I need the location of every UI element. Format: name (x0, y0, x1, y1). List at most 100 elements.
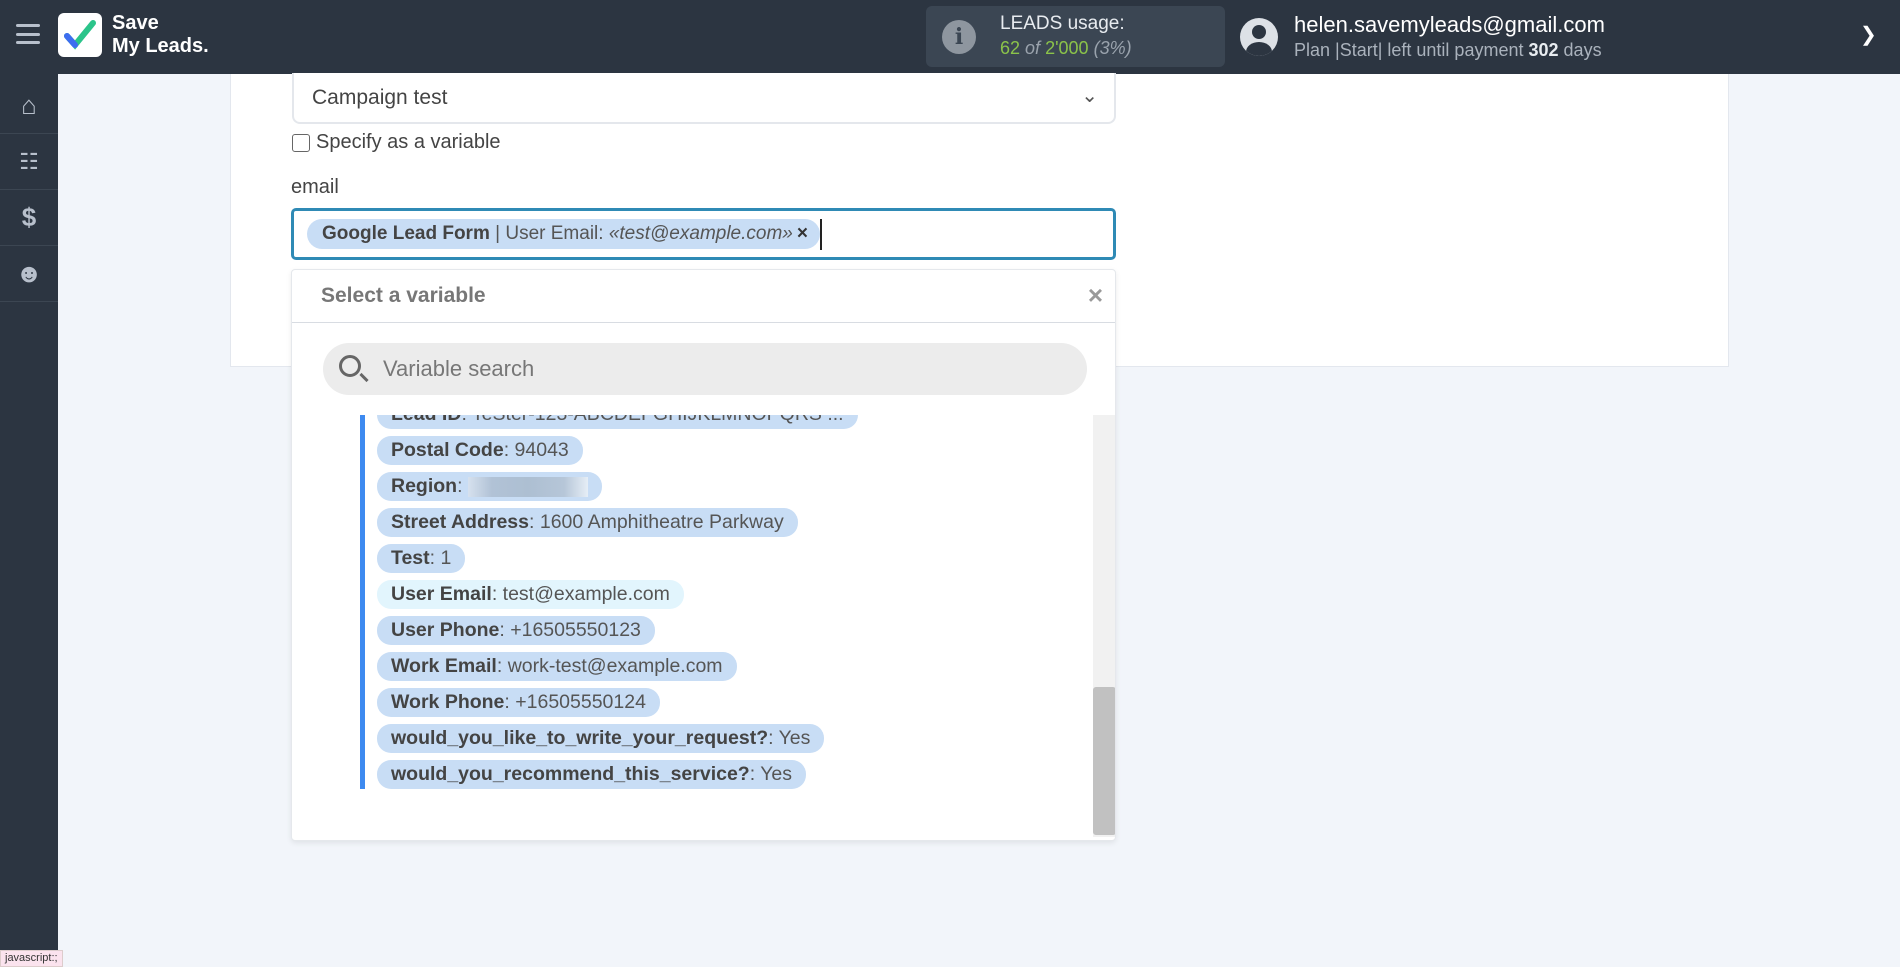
variable-option[interactable]: User Phone: +16505550123 (377, 616, 655, 645)
logo-line1: Save (112, 12, 159, 34)
variable-key: User Phone (391, 619, 500, 641)
sidebar-item-home[interactable]: ⌂ (0, 78, 58, 134)
list-item[interactable]: Test: 1 (377, 544, 858, 573)
variable-key: Work Phone (391, 691, 505, 713)
logo-text: Save My Leads. (112, 12, 209, 58)
variable-key: Postal Code (391, 439, 504, 461)
home-icon: ⌂ (21, 90, 37, 120)
variable-option[interactable]: Region: (377, 472, 602, 501)
variable-value: +16505550124 (515, 691, 646, 713)
list-item[interactable]: Region: (377, 472, 858, 501)
variable-key: Work Email (391, 655, 497, 677)
variable-value: 94043 (514, 439, 569, 461)
info-icon: i (942, 20, 976, 54)
list-item[interactable]: User Email: test@example.com (377, 580, 858, 609)
usage-used: 62 (1000, 38, 1021, 58)
variable-search-input[interactable]: Variable search (323, 343, 1087, 395)
avatar-icon[interactable] (1240, 18, 1278, 56)
variable-value: TeSter-123-ABCDEFGHIJKLMNOPQRS ... (472, 415, 844, 425)
usage-of: of (1025, 38, 1041, 58)
email-field[interactable]: Google Lead Form | User Email: «test@exa… (291, 208, 1116, 260)
usage-total: 2'000 (1045, 38, 1089, 58)
variable-option[interactable]: Work Phone: +16505550124 (377, 688, 660, 717)
leads-usage-box: i LEADS usage: 62 of 2'000 (3%) (926, 6, 1225, 67)
dollar-icon: $ (21, 202, 37, 232)
remove-tag-icon[interactable]: × (797, 223, 808, 244)
variable-value: 1600 Amphitheatre Parkway (539, 511, 784, 533)
user-icon: ☻ (15, 258, 43, 288)
plan-info: Plan |Start| left until payment 302 days (1294, 40, 1602, 61)
variable-key: Lead ID (391, 415, 461, 425)
sidebar-item-billing[interactable]: $ (0, 190, 58, 246)
redacted-value (467, 476, 588, 497)
list-item[interactable]: Work Phone: +16505550124 (377, 688, 858, 717)
usage-label: LEADS usage: (1000, 13, 1125, 34)
checkbox[interactable] (292, 133, 310, 152)
variable-key: Region (391, 475, 458, 497)
tag-separator: | (489, 223, 506, 244)
divider (292, 322, 1115, 323)
sitemap-icon: ☷ (19, 148, 39, 174)
top-header: Save My Leads. i LEADS usage: 62 of 2'000… (0, 0, 1900, 74)
list-item[interactable]: Street Address: 1600 Amphitheatre Parkwa… (377, 508, 858, 537)
variable-dropdown: Select a variable × Variable search Lead… (291, 269, 1116, 841)
chevron-down-icon[interactable]: ❯ (1860, 22, 1877, 47)
variable-value: work-test@example.com (507, 655, 723, 677)
variable-tag: Google Lead Form | User Email: «test@exa… (307, 219, 820, 249)
logo-line2: My Leads. (112, 35, 209, 57)
list-item[interactable]: User Phone: +16505550123 (377, 616, 858, 645)
variable-option[interactable]: Work Email: work-test@example.com (377, 652, 737, 681)
sidebar: ⌂ ☷ $ ☻ (0, 74, 58, 967)
plan-days: 302 (1528, 40, 1559, 60)
specify-variable-checkbox[interactable]: Specify as a variable (292, 131, 501, 154)
search-icon (339, 355, 361, 377)
menu-icon[interactable] (16, 24, 40, 44)
variable-key: would_you_like_to_write_your_request? (391, 727, 769, 749)
variable-option[interactable]: User Email: test@example.com (377, 580, 684, 609)
text-caret (820, 219, 822, 250)
campaign-value: Campaign test (312, 86, 448, 109)
tag-value: «test@example.com» (608, 223, 793, 244)
logo-icon[interactable] (58, 13, 102, 57)
scrollbar-thumb[interactable] (1093, 687, 1115, 835)
variable-value: Yes (760, 763, 793, 785)
variable-key: User Email (391, 583, 492, 605)
variable-option[interactable]: Lead ID: TeSter-123-ABCDEFGHIJKLMNOPQRS … (377, 415, 858, 429)
list-item[interactable]: would_you_recommend_this_service?: Yes (377, 760, 858, 789)
checkbox-label: Specify as a variable (316, 131, 501, 153)
variable-key: would_you_recommend_this_service? (391, 763, 750, 785)
variable-option[interactable]: would_you_recommend_this_service?: Yes (377, 760, 807, 789)
close-icon[interactable]: × (1088, 280, 1103, 311)
chevron-down-icon: ⌄ (1081, 85, 1098, 107)
panel-title: Select a variable (321, 284, 486, 307)
campaign-select[interactable]: Campaign test ⌄ (292, 73, 1116, 124)
usage-value: 62 of 2'000 (3%) (1000, 38, 1132, 59)
email-label: email (291, 176, 339, 198)
variable-value: Yes (778, 727, 811, 749)
plan-days-suffix: days (1563, 40, 1602, 60)
variable-value: 1 (440, 547, 452, 569)
list-accent-bar (360, 415, 365, 789)
variable-value: test@example.com (502, 583, 670, 605)
tag-field: User Email: (505, 223, 609, 244)
sidebar-item-account[interactable]: ☻ (0, 246, 58, 302)
variable-key: Test (391, 547, 430, 569)
user-email[interactable]: helen.savemyleads@gmail.com (1294, 12, 1605, 38)
plan-text: Plan |Start| left until payment (1294, 40, 1524, 60)
variable-option[interactable]: Postal Code: 94043 (377, 436, 583, 465)
variable-option[interactable]: Test: 1 (377, 544, 466, 573)
variable-list: Lead ID: TeSter-123-ABCDEFGHIJKLMNOPQRS … (360, 415, 900, 837)
list-item[interactable]: Work Email: work-test@example.com (377, 652, 858, 681)
status-bar: javascript:; (0, 950, 63, 967)
sidebar-item-connections[interactable]: ☷ (0, 134, 58, 190)
variable-value: +16505550123 (510, 619, 641, 641)
list-item[interactable]: Postal Code: 94043 (377, 436, 858, 465)
list-item[interactable]: would_you_like_to_write_your_request?: Y… (377, 724, 858, 753)
variable-option[interactable]: would_you_like_to_write_your_request?: Y… (377, 724, 825, 753)
list-item[interactable]: Lead ID: TeSter-123-ABCDEFGHIJKLMNOPQRS … (377, 415, 858, 429)
usage-percent: (3%) (1093, 38, 1132, 58)
variable-key: Street Address (391, 511, 529, 533)
search-placeholder: Variable search (383, 356, 535, 381)
variable-option[interactable]: Street Address: 1600 Amphitheatre Parkwa… (377, 508, 798, 537)
tag-source: Google Lead Form (322, 223, 490, 244)
